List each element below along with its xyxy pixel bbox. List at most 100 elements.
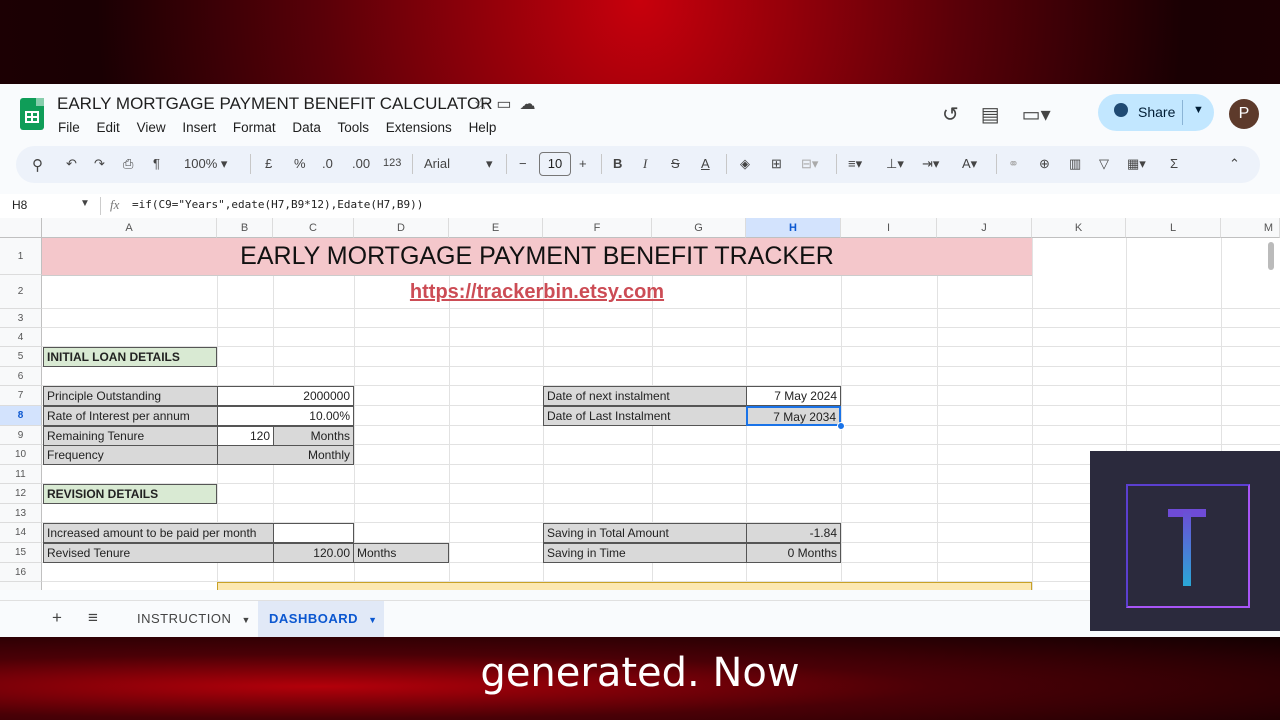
next-instalment-label[interactable]: Date of next instalment: [543, 386, 747, 406]
filter-views-icon[interactable]: ▦▾: [1127, 156, 1146, 172]
etsy-link[interactable]: https://trackerbin.etsy.com: [42, 275, 1032, 309]
column-header[interactable]: E: [449, 218, 543, 238]
row-header[interactable]: 3: [0, 309, 42, 328]
principle-label[interactable]: Principle Outstanding: [43, 386, 218, 406]
spreadsheet-grid[interactable]: A B C D E F G H I J K L M 1 2 3 4 5 6 7 …: [0, 218, 1280, 590]
row-header[interactable]: 7: [0, 386, 42, 406]
text-wrapping-icon[interactable]: ⇥▾: [922, 156, 939, 172]
row-header[interactable]: 1: [0, 238, 42, 275]
vertical-align-icon[interactable]: ⊥▾: [886, 156, 904, 172]
frequency-value[interactable]: Monthly: [217, 445, 354, 465]
bold-button[interactable]: B: [613, 156, 622, 171]
row-header[interactable]: 12: [0, 484, 42, 504]
row-header[interactable]: 5: [0, 347, 42, 367]
revised-tenure-label[interactable]: Revised Tenure: [43, 543, 274, 563]
rate-label[interactable]: Rate of Interest per annum: [43, 406, 218, 426]
undo-icon[interactable]: ↶: [66, 156, 77, 172]
share-button[interactable]: Share ▼: [1098, 94, 1214, 131]
row-header[interactable]: 14: [0, 523, 42, 543]
column-header[interactable]: I: [841, 218, 937, 238]
column-header[interactable]: F: [543, 218, 652, 238]
meet-icon[interactable]: ▭▾: [1022, 104, 1051, 126]
text-color-button[interactable]: A: [701, 156, 710, 171]
insert-link-icon[interactable]: ⚭: [1008, 156, 1019, 172]
zoom-select[interactable]: 100% ▾: [184, 156, 227, 172]
last-instalment-label[interactable]: Date of Last Instalment: [543, 406, 747, 426]
row-header[interactable]: 4: [0, 328, 42, 347]
column-header[interactable]: J: [937, 218, 1032, 238]
column-header[interactable]: G: [652, 218, 746, 238]
selection-fill-handle[interactable]: [837, 422, 845, 430]
menu-data[interactable]: Data: [292, 120, 321, 135]
paint-format-icon[interactable]: ¶: [153, 156, 160, 171]
add-sheet-button[interactable]: +: [52, 608, 62, 628]
merge-cells-icon[interactable]: ⊟▾: [801, 156, 818, 172]
font-dropdown-icon[interactable]: ▾: [486, 156, 493, 172]
menu-format[interactable]: Format: [233, 120, 276, 135]
column-header[interactable]: M: [1221, 218, 1280, 238]
cloud-status-icon[interactable]: ☁: [519, 96, 543, 113]
functions-button[interactable]: Σ: [1170, 156, 1178, 171]
tab-instruction[interactable]: INSTRUCTION ▼: [137, 611, 251, 626]
name-box-dropdown-icon[interactable]: ▼: [80, 198, 90, 209]
revised-tenure-value[interactable]: 120.00: [273, 543, 354, 563]
formula-input[interactable]: =if(C9="Years",edate(H7,B9*12),Edate(H7,…: [132, 198, 423, 211]
row-header[interactable]: 13: [0, 504, 42, 523]
row-header[interactable]: 16: [0, 563, 42, 582]
print-icon[interactable]: ⎙: [123, 156, 133, 172]
history-icon[interactable]: ↺: [942, 104, 959, 126]
increase-decimal-button[interactable]: .00: [352, 156, 370, 171]
menu-edit[interactable]: Edit: [97, 120, 120, 135]
column-header[interactable]: L: [1126, 218, 1221, 238]
italic-button[interactable]: I: [643, 156, 647, 172]
column-header[interactable]: C: [273, 218, 354, 238]
select-all-corner[interactable]: [0, 218, 42, 238]
tenure-value[interactable]: 120: [217, 426, 274, 446]
font-select[interactable]: Arial: [424, 156, 450, 171]
insert-comment-icon[interactable]: ⊕: [1039, 156, 1050, 172]
number-format-button[interactable]: 123: [383, 157, 401, 169]
insert-chart-icon[interactable]: ▥: [1069, 156, 1081, 172]
tenure-label[interactable]: Remaining Tenure: [43, 426, 218, 446]
column-header-selected[interactable]: H: [746, 218, 841, 238]
tab-dashboard[interactable]: DASHBOARD ▼: [269, 611, 378, 626]
increased-amount-label[interactable]: Increased amount to be paid per month: [43, 523, 274, 543]
vertical-scrollbar[interactable]: [1268, 242, 1274, 270]
search-menus-icon[interactable]: ⚲: [32, 156, 43, 174]
star-icon[interactable]: ☆: [474, 96, 496, 113]
font-size-input[interactable]: 10: [539, 152, 571, 176]
menu-extensions[interactable]: Extensions: [386, 120, 452, 135]
menu-file[interactable]: File: [58, 120, 80, 135]
collapse-toolbar-icon[interactable]: ⌃: [1229, 156, 1240, 172]
strikethrough-button[interactable]: S: [671, 156, 680, 171]
principle-value[interactable]: 2000000: [217, 386, 354, 406]
menu-insert[interactable]: Insert: [182, 120, 216, 135]
rate-value[interactable]: 10.00%: [217, 406, 354, 426]
saving-amount-value[interactable]: -1.84: [746, 523, 841, 543]
fill-color-icon[interactable]: ◈: [740, 156, 750, 172]
last-instalment-value-selected-cell[interactable]: 7 May 2034: [746, 406, 841, 426]
column-header[interactable]: A: [42, 218, 217, 238]
row-header[interactable]: 9: [0, 426, 42, 445]
row-header[interactable]: 10: [0, 445, 42, 465]
decrease-decimal-button[interactable]: .0: [322, 156, 333, 171]
percent-format-button[interactable]: %: [294, 156, 306, 171]
revision-section-header[interactable]: REVISION DETAILS: [43, 484, 217, 504]
menu-view[interactable]: View: [137, 120, 166, 135]
increase-font-size-icon[interactable]: +: [579, 156, 587, 171]
initial-loan-section-header[interactable]: INITIAL LOAN DETAILS: [43, 347, 217, 367]
sheets-logo-icon[interactable]: [20, 98, 44, 130]
column-header[interactable]: B: [217, 218, 273, 238]
revised-tenure-unit[interactable]: Months: [353, 543, 449, 563]
filter-icon[interactable]: ▽: [1099, 156, 1109, 172]
row-header[interactable]: 2: [0, 275, 42, 309]
tracker-banner[interactable]: EARLY MORTGAGE PAYMENT BENEFIT TRACKER: [42, 238, 1032, 276]
currency-format-button[interactable]: £: [265, 156, 272, 171]
decrease-font-size-icon[interactable]: −: [519, 156, 527, 171]
row-header[interactable]: 15: [0, 543, 42, 563]
comments-icon[interactable]: ▤: [981, 104, 1000, 126]
move-to-folder-icon[interactable]: ▭: [496, 96, 519, 113]
next-instalment-value[interactable]: 7 May 2024: [746, 386, 841, 406]
name-box[interactable]: H8: [12, 198, 27, 212]
redo-icon[interactable]: ↷: [94, 156, 105, 172]
